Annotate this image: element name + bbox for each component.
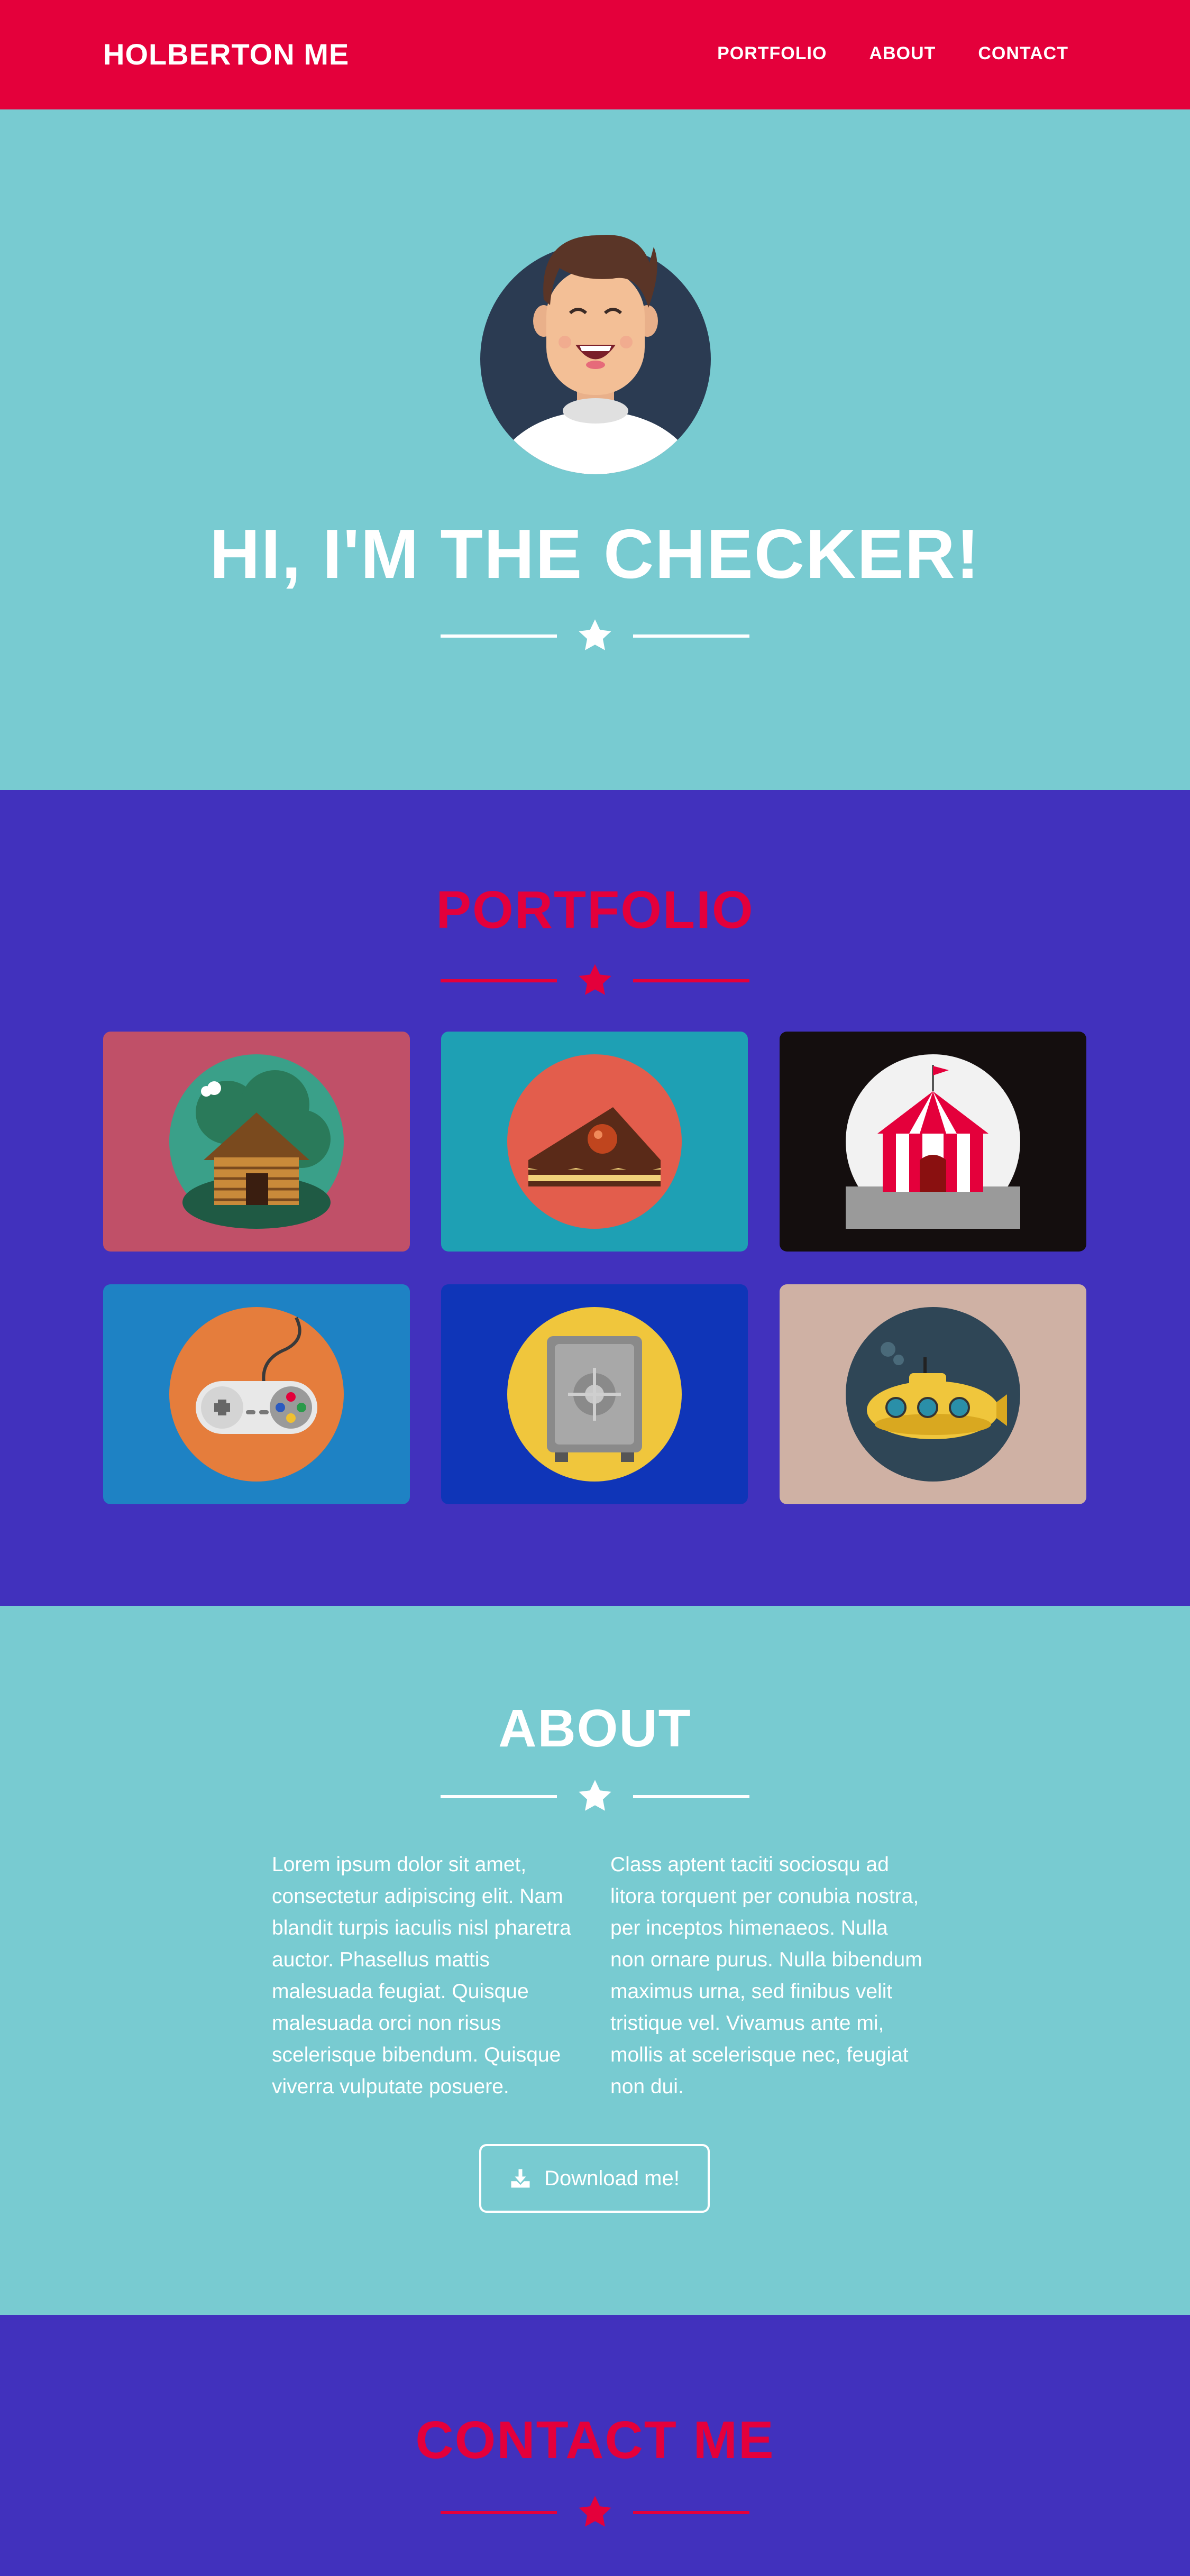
nav-link-contact[interactable]: CONTACT bbox=[978, 43, 1068, 64]
star-icon bbox=[579, 964, 611, 995]
portfolio-item-safe[interactable] bbox=[441, 1284, 748, 1504]
log-cabin-icon bbox=[169, 1054, 344, 1229]
safe-icon bbox=[507, 1307, 682, 1482]
star-icon bbox=[579, 2496, 611, 2527]
portfolio-item-cabin[interactable] bbox=[103, 1032, 410, 1252]
nav-links: PORTFOLIO ABOUT CONTACT bbox=[717, 43, 1068, 64]
contact-divider bbox=[441, 2494, 749, 2531]
nav-link-about[interactable]: ABOUT bbox=[869, 43, 936, 64]
download-button-label: Download me! bbox=[544, 2166, 680, 2190]
circus-tent-icon bbox=[846, 1054, 1020, 1229]
about-divider bbox=[441, 1778, 749, 1815]
avatar-image bbox=[480, 235, 711, 474]
portfolio-title: PORTFOLIO bbox=[436, 880, 754, 940]
star-icon bbox=[579, 1780, 611, 1811]
hero-divider bbox=[441, 617, 749, 654]
submarine-icon bbox=[846, 1307, 1020, 1482]
about-title: ABOUT bbox=[498, 1699, 692, 1758]
portfolio-section: PORTFOLIO bbox=[0, 790, 1190, 1606]
portfolio-item-circus[interactable] bbox=[780, 1032, 1086, 1252]
cake-slice-icon bbox=[507, 1054, 682, 1229]
portfolio-item-submarine[interactable] bbox=[780, 1284, 1086, 1504]
hero-section: HI, I'M THE CHECKER! bbox=[0, 109, 1190, 790]
download-button[interactable]: Download me! bbox=[479, 2144, 710, 2213]
top-navbar: HOLBERTON ME PORTFOLIO ABOUT CONTACT bbox=[0, 0, 1190, 109]
hero-title: HI, I'M THE CHECKER! bbox=[209, 515, 981, 593]
about-text-left: Lorem ipsum dolor sit amet, consectetur … bbox=[272, 1853, 571, 2098]
star-icon bbox=[579, 619, 611, 650]
game-controller-icon bbox=[169, 1307, 344, 1482]
about-section: ABOUT Lorem ipsum dolor sit amet, consec… bbox=[0, 1606, 1190, 2315]
brand-logo[interactable]: HOLBERTON ME bbox=[103, 37, 349, 71]
download-icon bbox=[511, 2169, 530, 2188]
contact-title: CONTACT ME bbox=[415, 2411, 775, 2470]
portfolio-item-controller[interactable] bbox=[103, 1284, 410, 1504]
nav-link-portfolio[interactable]: PORTFOLIO bbox=[717, 43, 827, 64]
contact-section: CONTACT ME bbox=[0, 2315, 1190, 2576]
portfolio-divider bbox=[441, 962, 749, 999]
portfolio-item-cake[interactable] bbox=[441, 1032, 748, 1252]
about-text-right: Class aptent taciti sociosqu ad litora t… bbox=[610, 1853, 922, 2098]
